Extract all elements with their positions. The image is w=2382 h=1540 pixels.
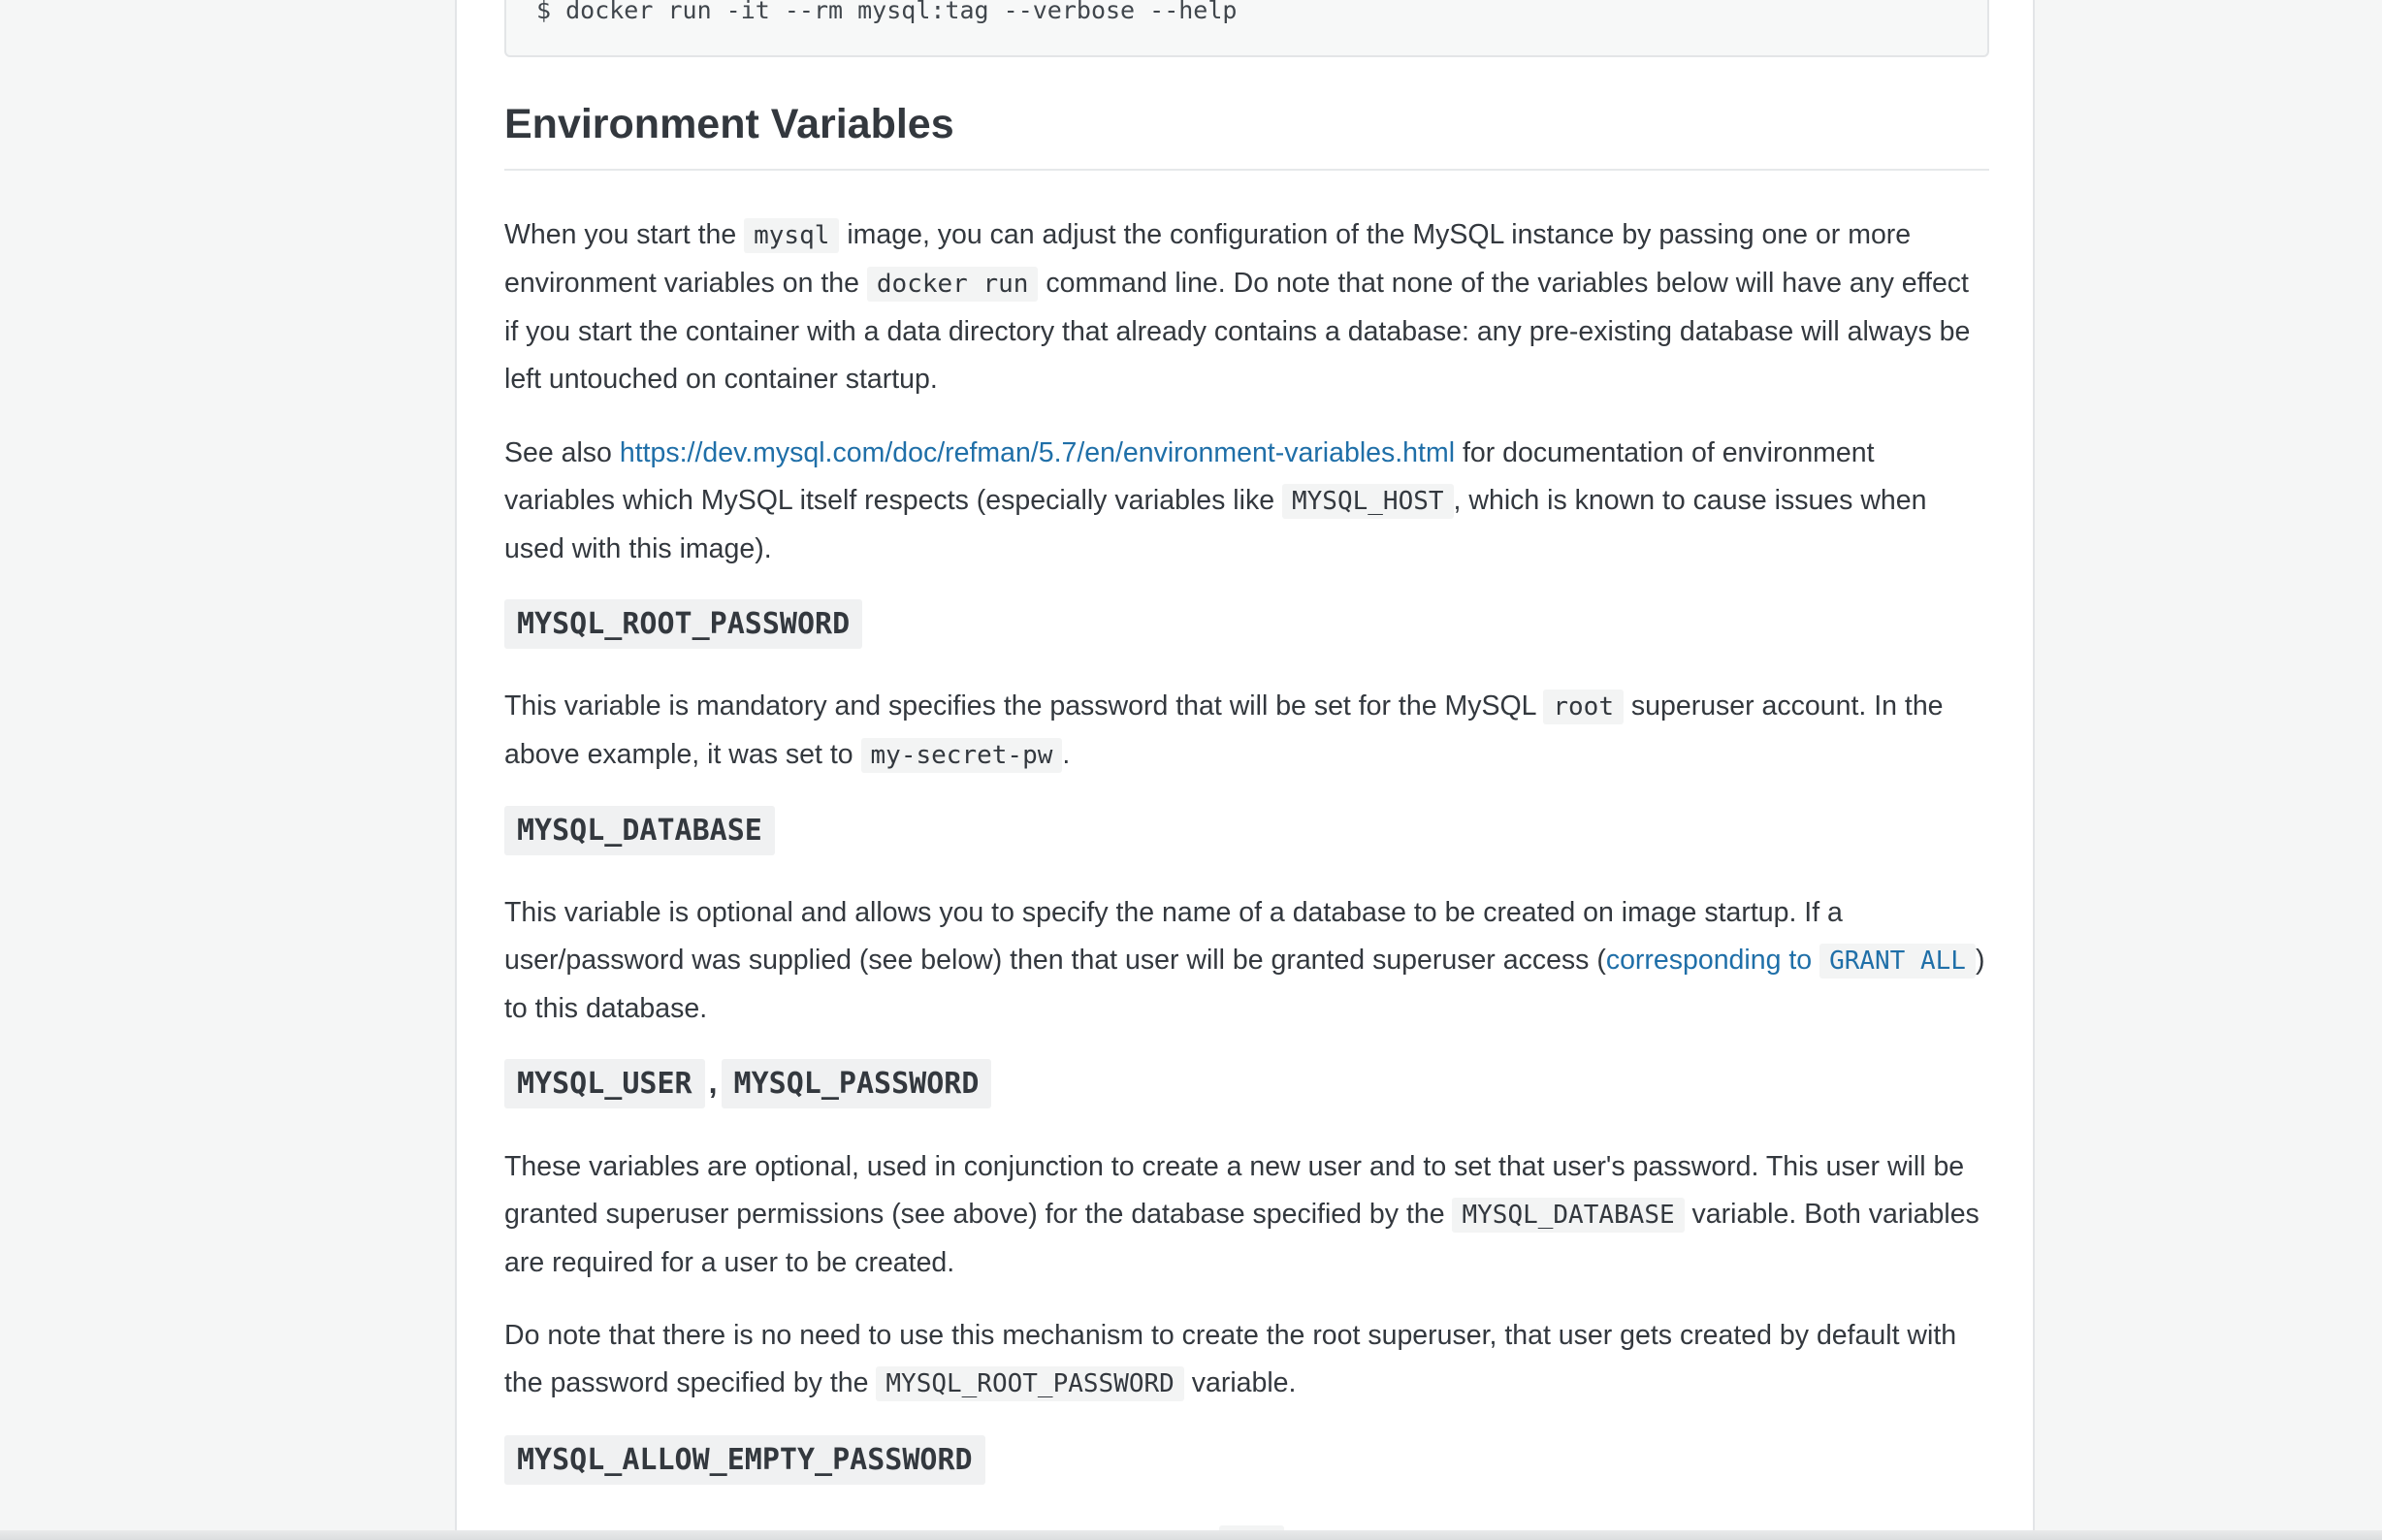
intro-paragraph: When you start the mysql image, you can … [504,211,1989,403]
text: This variable is mandatory and specifies… [504,690,1544,722]
text: . [1062,739,1071,770]
heading-mysql-allow-empty-password: MYSQL_ALLOW_EMPTY_PASSWORD [504,1435,985,1485]
section-heading-environment-variables: Environment Variables [504,101,954,147]
heading-mysql-database: MYSQL_DATABASE [504,806,775,855]
inline-code: GRANT ALL [1819,944,1976,979]
heading-mysql-user-password: MYSQL_USER, MYSQL_PASSWORD [504,1059,992,1108]
database-paragraph: This variable is optional and allows you… [504,889,1989,1033]
env-vars-doc-link[interactable]: https://dev.mysql.com/doc/refman/5.7/en/… [620,437,1455,468]
heading-code: MYSQL_ROOT_PASSWORD [504,599,863,649]
code-block-command: $ docker run -it --rm mysql:tag --verbos… [536,0,1238,24]
heading-code: MYSQL_PASSWORD [721,1059,992,1108]
inline-code: root [1543,690,1624,724]
inline-code: MYSQL_ROOT_PASSWORD [876,1366,1184,1401]
heading-code: MYSQL_ALLOW_EMPTY_PASSWORD [504,1435,985,1485]
grant-all-link[interactable]: corresponding to GRANT ALL [1605,944,1976,979]
root-superuser-note-paragraph: Do note that there is no need to use thi… [504,1312,1989,1408]
heading-mysql-root-password: MYSQL_ROOT_PASSWORD [504,599,863,649]
heading-divider [504,169,1989,171]
inline-code: mysql [744,218,840,253]
inline-code: MYSQL_DATABASE [1452,1198,1685,1233]
document-page: $ docker run -it --rm mysql:tag --verbos… [455,0,2035,1540]
heading-separator: , [708,1065,718,1100]
text: variable. [1183,1367,1297,1398]
inline-code: MYSQL_HOST [1282,484,1454,519]
code-block: $ docker run -it --rm mysql:tag --verbos… [504,0,1989,57]
user-password-paragraph: These variables are optional, used in co… [504,1143,1989,1287]
root-password-paragraph: This variable is mandatory and specifies… [504,683,1989,780]
inline-code: my-secret-pw [860,738,1063,773]
heading-code: MYSQL_USER [504,1059,705,1108]
text: See also [504,437,620,468]
heading-code: MYSQL_DATABASE [504,806,775,855]
inline-code: docker run [866,267,1039,302]
text: When you start the [504,219,745,250]
see-also-paragraph: See also https://dev.mysql.com/doc/refma… [504,430,1989,573]
link-text: corresponding to [1605,945,1820,976]
bottom-edge-shadow [0,1530,2382,1540]
